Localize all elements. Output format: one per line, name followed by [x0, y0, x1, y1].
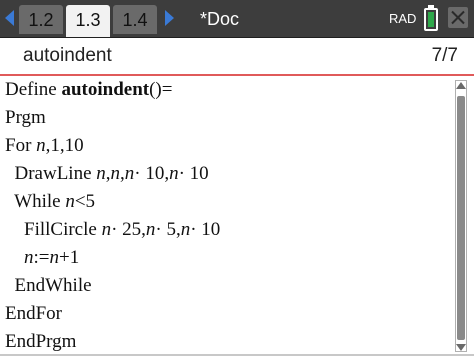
code-token: EndPrgm [5, 331, 77, 352]
next-page-arrow-icon[interactable] [165, 10, 174, 26]
code-line[interactable]: Prgm [5, 104, 46, 132]
code-line[interactable]: EndFor [5, 300, 62, 328]
code-variable: n [101, 219, 112, 240]
code-token: EndFor [5, 303, 62, 324]
code-line[interactable]: Define autoindent()= [5, 76, 172, 104]
code-line[interactable]: DrawLine n,n,n· 10,n· 10 [5, 160, 209, 188]
tab-1-2[interactable]: 1.2 [19, 5, 63, 34]
scrollbar-thumb[interactable] [457, 96, 465, 340]
angle-mode-indicator: RAD [389, 11, 417, 26]
code-token: · 10 [178, 163, 209, 184]
code-variable: n [96, 163, 106, 184]
code-token: Prgm [5, 107, 46, 128]
code-token: While [5, 191, 66, 212]
code-variable: n [110, 163, 121, 184]
code-variable: n [124, 163, 135, 184]
code-token: EndWhile [5, 275, 92, 296]
code-token: DrawLine [5, 163, 97, 184]
code-variable: n [180, 219, 191, 240]
code-token: := [33, 247, 50, 268]
code-variable: n [24, 247, 34, 268]
code-token: FillCircle [5, 219, 102, 240]
code-variable: n [49, 247, 60, 268]
close-icon[interactable] [448, 7, 468, 28]
code-line[interactable]: For n,1,10 [5, 132, 84, 160]
code-variable: n [65, 191, 75, 212]
code-line[interactable]: FillCircle n· 25,n· 5,n· 10 [5, 216, 220, 244]
code-editor[interactable]: Define autoindent()= Prgm For n,1,10 DrawL… [0, 76, 474, 356]
previous-page-arrow-icon[interactable] [5, 10, 14, 26]
line-position-indicator: 7/7 [431, 45, 458, 66]
code-token: <5 [74, 191, 96, 212]
code-program-name: autoindent [61, 79, 150, 100]
code-token: · 5, [155, 219, 181, 240]
code-token: For [5, 135, 37, 156]
scroll-down-arrow-icon[interactable] [456, 344, 466, 351]
program-editor-header: autoindent 7/7 [0, 38, 474, 76]
code-token: Define [5, 79, 62, 100]
code-token: · 10, [134, 163, 170, 184]
scroll-up-arrow-icon[interactable] [456, 82, 466, 89]
tab-1-3[interactable]: 1.3 [66, 5, 110, 37]
code-line[interactable]: While n<5 [5, 188, 95, 216]
code-variable: n [36, 135, 46, 156]
top-bar: 1.2 1.3 1.4 *Doc RAD [0, 0, 474, 38]
code-line[interactable]: n:=n+1 [5, 244, 79, 272]
code-line[interactable]: EndPrgm [5, 328, 76, 356]
code-token: · 25, [111, 219, 146, 240]
code-token: +1 [59, 247, 80, 268]
battery-level [428, 12, 434, 27]
code-token: · 10 [190, 219, 221, 240]
code-line[interactable]: EndWhile [5, 272, 92, 300]
code-variable: n [169, 163, 179, 184]
code-token: ()= [149, 79, 173, 100]
program-name: autoindent [23, 45, 112, 66]
document-title: *Doc [200, 9, 240, 29]
code-variable: n [145, 219, 156, 240]
code-token: ,1,10 [45, 135, 84, 156]
battery-icon [424, 5, 438, 31]
tab-1-4[interactable]: 1.4 [113, 5, 157, 34]
